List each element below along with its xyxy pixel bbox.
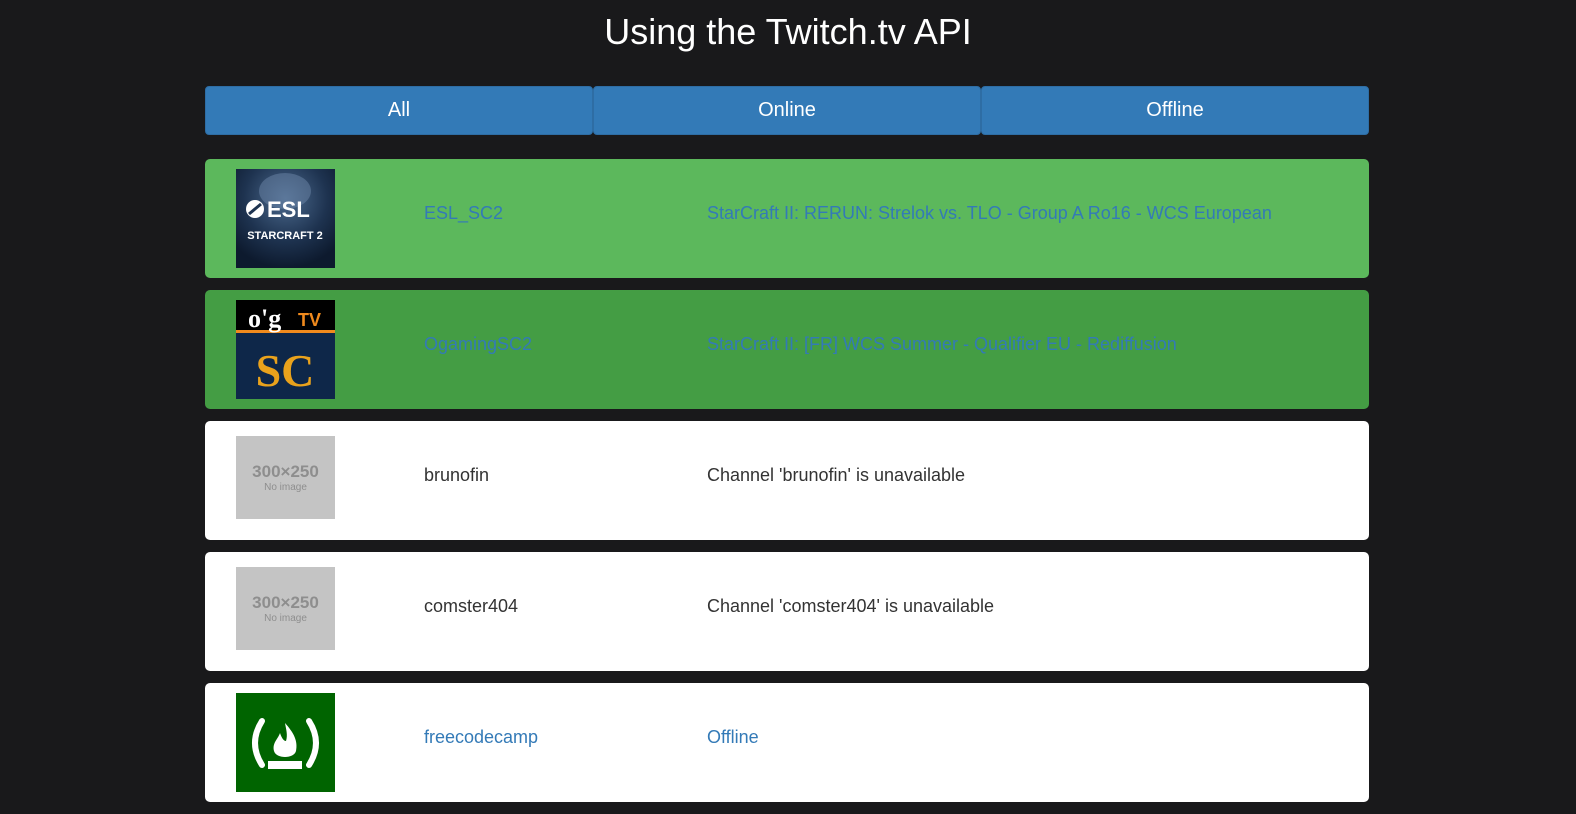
placeholder-note: No image	[264, 482, 307, 493]
freecodecamp-logo[interactable]	[236, 693, 335, 792]
svg-text:o'g: o'g	[248, 304, 281, 333]
placeholder-note: No image	[264, 613, 307, 624]
placeholder-size: 300×250	[252, 593, 319, 612]
filter-bar: All Online Offline	[205, 86, 1369, 135]
svg-text:TV: TV	[298, 310, 321, 330]
esl-sc2-logo[interactable]: ESL STARCRAFT 2	[236, 169, 335, 268]
ogamingsc2-logo[interactable]: o'g TV SC	[236, 300, 335, 399]
svg-text:SC: SC	[256, 345, 315, 396]
stream-row-brunofin: 300×250 No image brunofin Channel 'bruno…	[205, 421, 1369, 540]
placeholder-image: 300×250 No image	[236, 436, 335, 519]
stream-status[interactable]: StarCraft II: RERUN: Strelok vs. TLO - G…	[707, 159, 1272, 268]
stream-name: comster404	[424, 596, 519, 616]
stream-name: brunofin	[424, 465, 490, 485]
filter-offline-button[interactable]: Offline	[981, 86, 1369, 135]
stream-name[interactable]: freecodecamp	[424, 683, 538, 792]
filter-online-button[interactable]: Online	[593, 86, 981, 135]
svg-text:ESL: ESL	[267, 197, 310, 222]
stream-name[interactable]: ESL_SC2	[424, 159, 503, 268]
stream-status[interactable]: Offline	[707, 683, 759, 792]
stream-row-freecodecamp: freecodecamp Offline	[205, 683, 1369, 802]
stream-row-comster404: 300×250 No image comster404 Channel 'com…	[205, 552, 1369, 671]
stream-status: Channel 'comster404' is unavailable	[707, 596, 995, 616]
filter-all-button[interactable]: All	[205, 86, 593, 135]
stream-row-ogamingsc2: o'g TV SC OgamingSC2 StarCraft II: [FR] …	[205, 290, 1369, 409]
page-title: Using the Twitch.tv API	[604, 11, 972, 52]
stream-list: ESL STARCRAFT 2 ESL_SC2 StarCraft II: RE…	[205, 159, 1369, 814]
placeholder-size: 300×250	[252, 462, 319, 481]
svg-text:STARCRAFT 2: STARCRAFT 2	[247, 230, 323, 242]
stream-name[interactable]: OgamingSC2	[424, 290, 532, 399]
stream-status: Channel 'brunofin' is unavailable	[707, 465, 966, 485]
stream-row-esl-sc2: ESL STARCRAFT 2 ESL_SC2 StarCraft II: RE…	[205, 159, 1369, 278]
placeholder-image: 300×250 No image	[236, 567, 335, 650]
stream-status[interactable]: StarCraft II: [FR] WCS Summer - Qualifie…	[707, 290, 1177, 399]
